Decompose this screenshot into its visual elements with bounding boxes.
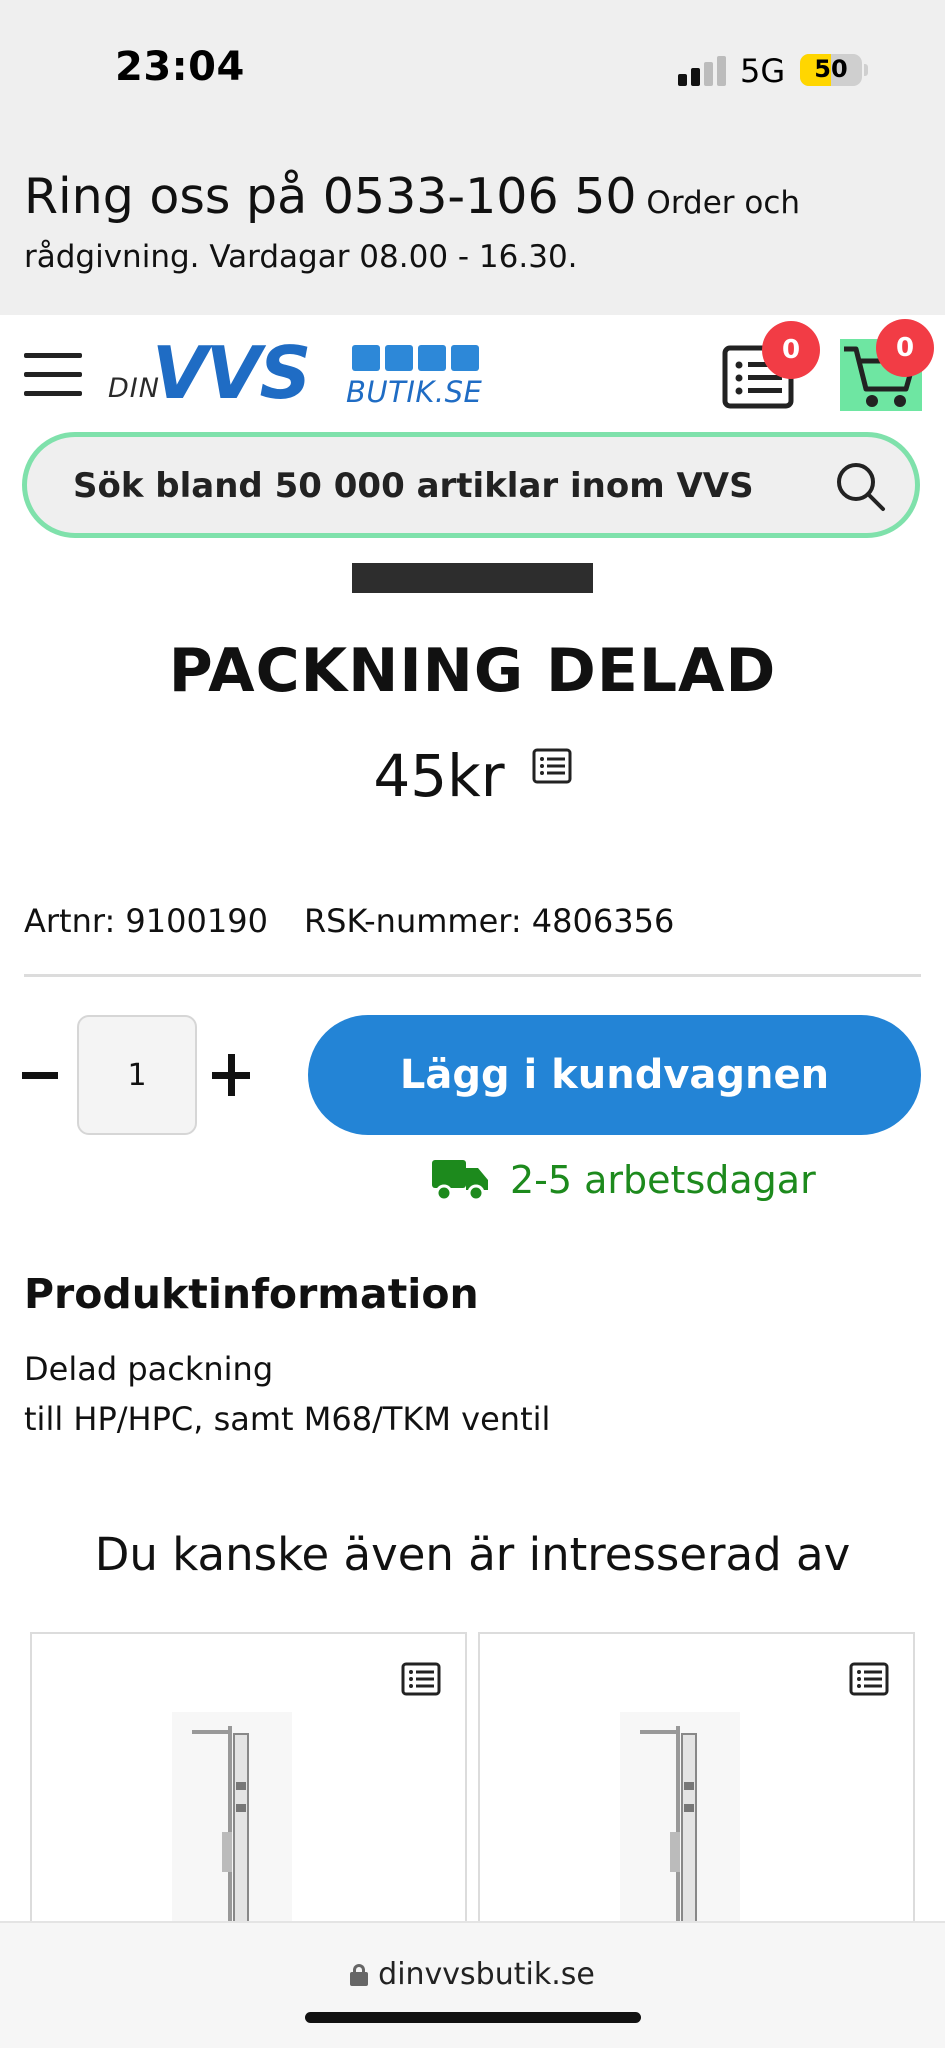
logo-butik: BUTIK.SE [346, 375, 483, 409]
price-row: 45kr [0, 742, 945, 810]
related-product-card[interactable] [478, 1632, 915, 1962]
related-product-card[interactable] [30, 1632, 467, 1962]
product-price: 45kr [373, 742, 505, 810]
banner-hours: rådgivning. Vardagar 08.00 - 16.30. [24, 239, 578, 275]
decrease-quantity-button[interactable] [20, 1050, 60, 1100]
truck-icon [432, 1160, 488, 1202]
add-to-cart-button[interactable]: Lägg i kundvagnen [308, 1015, 921, 1135]
cart-count-badge: 0 [876, 319, 934, 377]
banner-order-text: Order och [636, 185, 801, 221]
rsk-number: RSK-nummer: 4806356 [303, 902, 675, 940]
home-indicator[interactable] [305, 2012, 641, 2023]
add-to-list-icon[interactable] [849, 1662, 889, 1696]
status-bar: 23:04 5G 50 [0, 0, 945, 140]
cart-button[interactable]: 0 [840, 319, 934, 411]
divider [24, 974, 921, 977]
product-info-line: Delad packning [24, 1350, 274, 1388]
browser-url-bar[interactable]: dinvvsbutik.se [0, 1921, 945, 2048]
search-icon[interactable] [833, 459, 889, 515]
url-display[interactable]: dinvvsbutik.se [0, 1957, 945, 1992]
related-heading: Du kanske även är intresserad av [94, 1528, 851, 1581]
redacted-block [352, 563, 593, 593]
status-time: 23:04 [115, 44, 245, 90]
add-to-list-icon[interactable] [532, 748, 572, 784]
increase-quantity-button[interactable] [212, 1052, 252, 1098]
signal-icon [678, 56, 728, 86]
site-header: DIN VVS BUTIK.SE 0 0 [0, 315, 945, 435]
site-logo[interactable]: DIN VVS BUTIK.SE [108, 337, 483, 411]
delivery-time: 2-5 arbetsdagar [510, 1158, 816, 1202]
list-count-badge: 0 [762, 321, 820, 379]
battery-icon: 50 [800, 54, 862, 86]
add-to-list-icon[interactable] [401, 1662, 441, 1696]
logo-vvs: VVS [152, 331, 311, 415]
product-info-text: Delad packning till HP/HPC, samt M68/TKM… [24, 1344, 550, 1444]
shopping-list-button[interactable]: 0 [722, 321, 820, 409]
product-info-heading: Produktinformation [24, 1270, 479, 1318]
quantity-input[interactable] [77, 1015, 197, 1135]
article-number: Artnr: 9100190 [24, 902, 268, 940]
product-info-line: till HP/HPC, samt M68/TKM ventil [24, 1400, 551, 1438]
lock-icon [350, 1964, 369, 1986]
search-bar[interactable] [22, 432, 920, 538]
contact-banner: Ring oss på 0533-106 50 Order och rådgiv… [0, 140, 945, 315]
search-input[interactable] [73, 461, 793, 511]
menu-icon[interactable] [24, 353, 82, 397]
banner-call-line: Ring oss på 0533-106 50 Order och [24, 170, 921, 230]
banner-phone[interactable]: Ring oss på 0533-106 50 [24, 168, 637, 225]
product-numbers: Artnr: 9100190 RSK-nummer: 4806356 [24, 902, 674, 940]
minus-icon [22, 1072, 58, 1079]
logo-tiles-icon [352, 345, 480, 371]
battery-percent: 50 [814, 55, 848, 83]
plus-icon-vertical [228, 1054, 235, 1096]
product-title: PACKNING DELAD [168, 636, 777, 706]
network-type: 5G [740, 52, 786, 90]
battery-cap [864, 64, 868, 76]
url-text: dinvvsbutik.se [378, 1957, 595, 1992]
